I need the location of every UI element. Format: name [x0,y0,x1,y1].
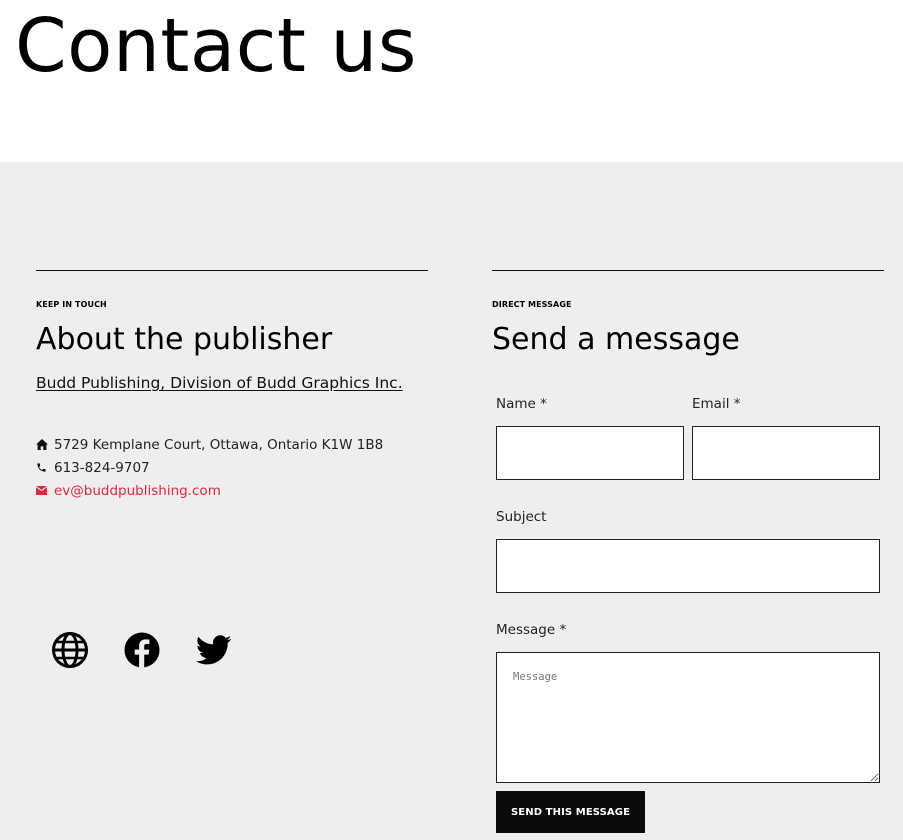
message-textarea[interactable] [496,652,880,783]
subject-label: Subject [496,509,547,525]
home-icon [36,439,54,450]
name-label: Name * [496,396,547,412]
subject-input[interactable] [496,539,880,593]
subject-field-group: Subject [496,509,880,593]
page-title: Contact us [15,3,417,89]
email-field-group: Email * [692,396,880,480]
phone-text: 613-824-9707 [54,459,150,476]
contact-form: Name * Email * Subject Message * SEND TH… [496,396,880,833]
about-publisher-heading: About the publisher [36,322,333,357]
twitter-icon[interactable] [196,632,232,668]
send-message-button[interactable]: SEND THIS MESSAGE [496,791,645,833]
divider [492,270,884,271]
name-field-group: Name * [496,396,684,480]
divider [36,270,428,271]
address-text: 5729 Kemplane Court, Ottawa, Ontario K1W… [54,436,384,453]
name-input[interactable] [496,426,684,480]
message-field-group: Message * [496,622,880,783]
globe-icon[interactable] [52,632,88,668]
name-email-row: Name * Email * [496,396,880,480]
message-column: DIRECT MESSAGE Send a message Name * Ema… [492,270,884,833]
phone-icon [36,462,54,473]
page-header: Contact us [0,0,903,162]
publisher-column: KEEP IN TOUCH About the publisher Budd P… [36,270,428,668]
keep-in-touch-eyebrow: KEEP IN TOUCH [36,300,107,309]
email-item[interactable]: ev@buddpublishing.com [36,479,428,502]
email-label: Email * [692,396,741,412]
email-input[interactable] [692,426,880,480]
address-item: 5729 Kemplane Court, Ottawa, Ontario K1W… [36,433,428,456]
envelope-icon [36,486,54,495]
direct-message-eyebrow: DIRECT MESSAGE [492,300,572,309]
contact-info-list: 5729 Kemplane Court, Ottawa, Ontario K1W… [36,433,428,502]
publisher-link[interactable]: Budd Publishing, Division of Budd Graphi… [36,374,403,392]
contact-section: KEEP IN TOUCH About the publisher Budd P… [0,162,903,840]
message-label: Message * [496,622,567,638]
facebook-icon[interactable] [124,632,160,668]
send-message-heading: Send a message [492,322,740,357]
social-links [52,632,232,668]
email-link[interactable]: ev@buddpublishing.com [54,483,221,499]
phone-item: 613-824-9707 [36,456,428,479]
